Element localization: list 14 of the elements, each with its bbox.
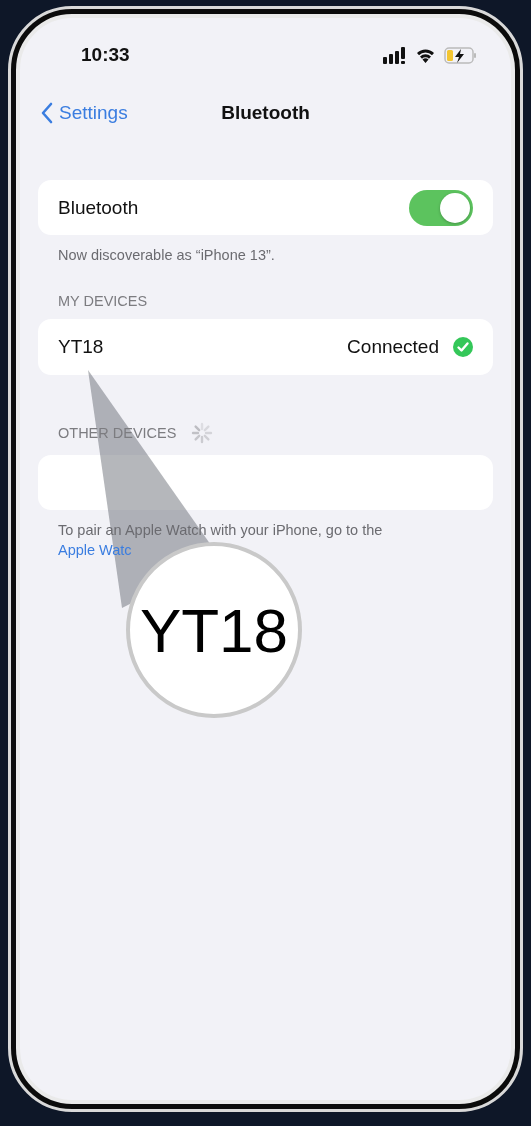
signal-icon: [383, 46, 407, 64]
device-row[interactable]: YT18 Connected: [38, 319, 493, 375]
page-title: Bluetooth: [221, 102, 310, 124]
toggle-label: Bluetooth: [58, 196, 139, 219]
bluetooth-switch[interactable]: [409, 189, 473, 226]
device-status: Connected: [347, 336, 439, 358]
status-time: 10:33: [81, 44, 130, 66]
wifi-icon: [415, 47, 436, 63]
discoverable-note: Now discoverable as “iPhone 13”.: [57, 247, 276, 263]
chevron-left-icon: [40, 102, 53, 124]
section-header: MY DEVICES: [58, 293, 148, 309]
back-button[interactable]: Settings: [38, 102, 128, 124]
battery-charging-icon: [444, 46, 477, 64]
device-name: YT18: [58, 336, 104, 358]
